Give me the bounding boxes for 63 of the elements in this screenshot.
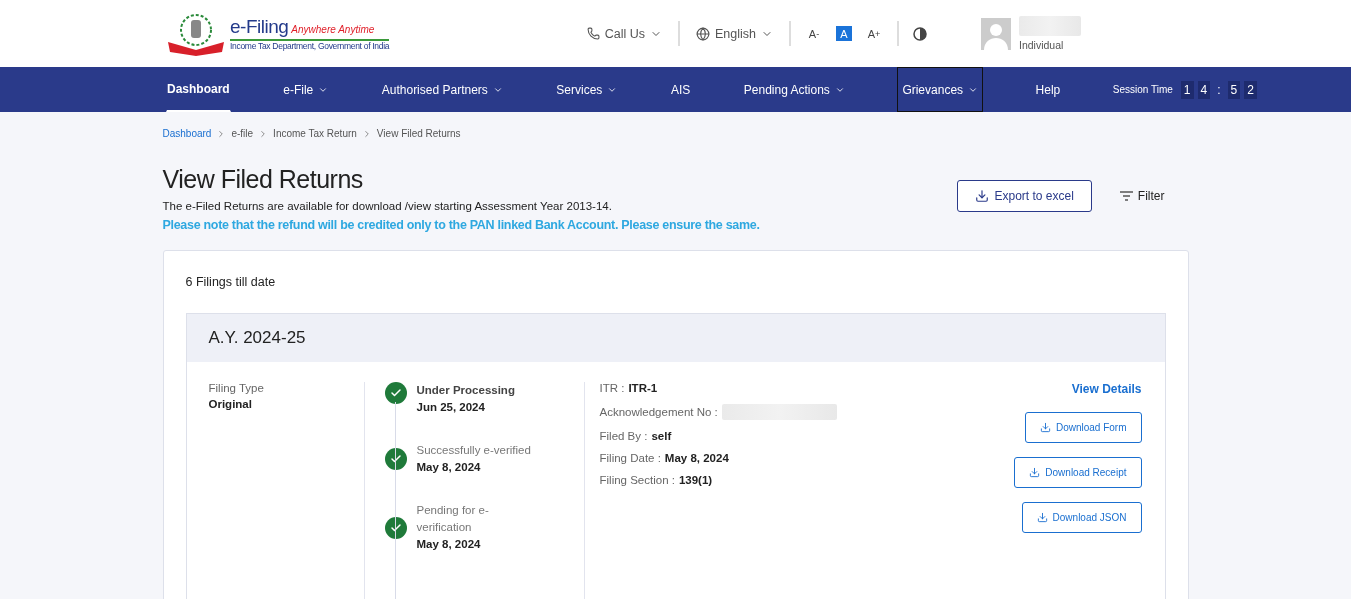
globe-icon <box>696 26 710 41</box>
logo-subtitle: Income Tax Department, Government of India <box>230 41 390 51</box>
font-size-button[interactable]: A <box>836 26 852 41</box>
status-date: May 8, 2024 <box>416 460 482 475</box>
language-button[interactable]: English <box>680 26 789 41</box>
status-label: Under Processing <box>416 383 516 398</box>
detail-label: Filing Section : <box>599 474 675 486</box>
status-date: May 8, 2024 <box>416 537 482 552</box>
detail-label: Acknowledgement No : <box>599 406 718 418</box>
detail-value: 139(1) <box>678 474 713 486</box>
detail-value: ITR-1 <box>628 382 658 394</box>
download-icon <box>1036 512 1048 523</box>
filing-type-value: Original <box>208 398 253 410</box>
export-button[interactable]: Export to excel <box>957 180 1092 212</box>
breadcrumb-link[interactable]: e-file <box>231 128 254 139</box>
status-date: Jun 25, 2024 <box>416 400 486 415</box>
detail-label: ITR : <box>599 382 625 394</box>
status-label: Pending for e-verification <box>416 503 490 535</box>
filter-button[interactable]: Filter <box>1113 188 1171 204</box>
session-time-label: Session Time <box>1112 84 1173 95</box>
download-button[interactable]: Download Receipt <box>1014 457 1142 488</box>
download-button[interactable]: Download JSON <box>1021 502 1142 533</box>
logo-title: e-Filing <box>230 16 289 38</box>
page-description: The e-Filed Returns are available for download /view starting Assessment Year 2013-14. <box>162 200 613 212</box>
page-title: View Filed Returns <box>162 165 364 194</box>
detail-value: May 8, 2024 <box>664 452 729 464</box>
filter-icon <box>1119 191 1133 201</box>
nav-item[interactable]: Help <box>1034 67 1062 112</box>
detail-label: Filing Date : <box>599 452 661 464</box>
nav-item[interactable]: Dashboard <box>166 67 231 112</box>
avatar-icon <box>981 17 1011 50</box>
session-digit: 1 <box>1180 80 1194 99</box>
logo-tagline: Anywhere Anytime <box>291 24 375 35</box>
nav-item[interactable]: AIS <box>669 67 692 112</box>
view-details-link[interactable]: View Details <box>1071 382 1142 396</box>
nav-item[interactable]: Pending Actions <box>742 67 846 112</box>
breadcrumb-link[interactable]: Dashboard <box>162 128 212 139</box>
download-icon <box>1029 467 1041 478</box>
status-label: Successfully e-verified <box>416 443 532 458</box>
contrast-icon[interactable] <box>913 26 927 41</box>
nav-item[interactable]: e-File <box>282 67 330 112</box>
filing-type-label: Filing Type <box>208 382 265 394</box>
nav-item[interactable]: Grievances <box>897 67 984 112</box>
session-digit: 2 <box>1244 80 1257 99</box>
refund-notice: Please note that the refund will be credited only to the PAN linked Bank Account. Please ensure the same. <box>162 218 760 232</box>
phone-icon <box>586 27 600 40</box>
nav-item[interactable]: Authorised Partners <box>380 67 504 112</box>
breadcrumb-link[interactable]: Income Tax Return <box>273 128 357 139</box>
download-icon <box>1039 422 1051 433</box>
session-digit: 5 <box>1227 80 1241 99</box>
nav-item[interactable]: Services <box>555 67 619 112</box>
download-button[interactable]: Download Form <box>1024 412 1142 443</box>
session-digit: 4 <box>1197 80 1211 99</box>
detail-label: Filed By : <box>599 430 648 442</box>
emblem-logo-icon <box>166 11 226 56</box>
breadcrumb-link[interactable]: View Filed Returns <box>376 128 461 139</box>
download-icon <box>975 189 990 203</box>
filings-count: 6 Filings till date <box>185 275 277 289</box>
assessment-year-header: A.Y. 2024-25 <box>186 314 1165 362</box>
session-digit: : <box>1216 81 1222 99</box>
detail-value: self <box>651 430 672 442</box>
user-role: Individual <box>1019 39 1065 51</box>
call-us-button[interactable]: Call Us <box>570 26 678 41</box>
